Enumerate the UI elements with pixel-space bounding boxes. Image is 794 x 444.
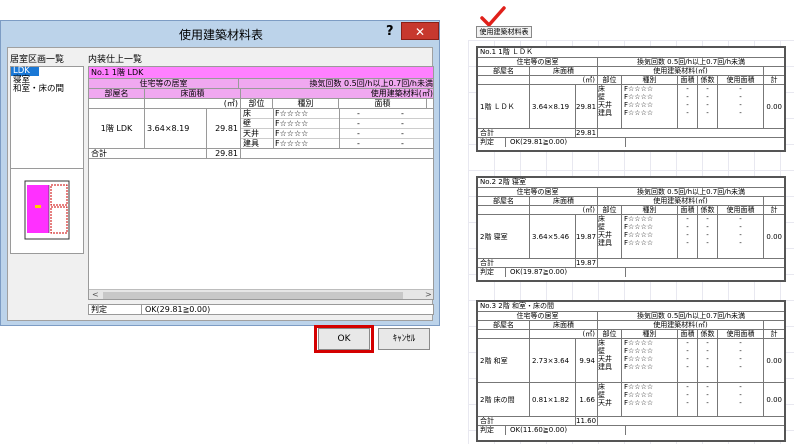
- sheet-3: No.3 2階 和室・床の間 住宅等の居室 換気回数 0.5回/h以上0.7回/…: [476, 300, 786, 442]
- grid-header-row-1: 部屋名 床面積 使用建築材料(㎡): [89, 89, 433, 99]
- table-row: 2階 和室 2.73×3.64 9.94 床壁天井 建具 F☆☆☆☆ F☆☆☆☆ F☆…: [478, 339, 784, 383]
- material-table-dialog: 使用建築材料表 ? ✕ 居室区画一覧 内装仕上一覧 LDK 寝室 和室・床の間 …: [0, 20, 440, 353]
- grid-room-dims: 3.64×8.19: [145, 109, 207, 148]
- sheet-title: No.3 2階 和室・床の間: [480, 302, 554, 310]
- help-icon[interactable]: ?: [386, 24, 394, 39]
- floor-plan-thumbnail: [10, 168, 84, 254]
- sheet-title: No.2 2階 寝室: [480, 178, 526, 186]
- dialog-title: 使用建築材料表: [178, 28, 263, 42]
- grid-header-mat-area: 面積: [339, 99, 427, 108]
- close-button[interactable]: ✕: [401, 22, 439, 40]
- grid-header-material: 使用建築材料(㎡): [370, 89, 433, 98]
- room-list-label: 居室区画一覧: [10, 55, 65, 65]
- grid-room-row[interactable]: 1階 LDK 3.64×8.19 29.81 床 F☆☆☆☆ - - 壁 F☆☆…: [89, 109, 433, 149]
- sheet-1: No.1 1階 ＬＤＫ 住宅等の居室 換気回数 0.5回/h以上0.7回/h未満…: [476, 46, 786, 152]
- judgement-value: OK(29.81≧0.00): [145, 305, 211, 314]
- ok-button[interactable]: OK: [318, 328, 370, 350]
- checkmark-icon: [480, 6, 506, 28]
- table-row: 2階 寝室 3.64×5.46 19.87 床壁天井 建具 F☆☆☆☆ F☆☆☆☆ F…: [478, 215, 784, 259]
- scroll-right-icon[interactable]: >: [425, 290, 432, 299]
- grid-title: No.1 1階 LDK: [91, 68, 144, 77]
- dialog-client: 居室区画一覧 内装仕上一覧 LDK 寝室 和室・床の間 No.1 1階 LDK …: [7, 47, 434, 353]
- material-table-button[interactable]: 使用建築材料表: [476, 26, 532, 38]
- scrollbar-thumb[interactable]: [103, 292, 403, 299]
- table-row: 1階 ＬＤＫ 3.64×8.19 29.81 床壁天井 建具 F☆☆☆☆ F☆☆☆☆…: [478, 85, 784, 129]
- finish-grid[interactable]: No.1 1階 LDK 住宅等の居室 換気回数 0.5回/h以上0.7回/h未満…: [88, 66, 434, 300]
- grid-total-value: 29.81: [207, 149, 241, 158]
- sheet-title-row: No.1 1階 ＬＤＫ: [478, 48, 784, 58]
- room-item-washitsu[interactable]: 和室・床の間: [11, 85, 83, 94]
- grid-horizontal-scrollbar[interactable]: < >: [89, 289, 433, 299]
- dialog-titlebar[interactable]: 使用建築材料表 ? ✕: [1, 21, 439, 47]
- grid-header-part: 部位: [241, 99, 273, 108]
- finish-list-label: 内装仕上一覧: [88, 55, 143, 65]
- grid-material-row[interactable]: 天井 F☆☆☆☆ - -: [241, 129, 433, 139]
- floor-plan-image: [24, 180, 70, 240]
- grid-row-ventilation: 住宅等の居室 換気回数 0.5回/h以上0.7回/h未満: [89, 79, 433, 89]
- grid-header-kind: 種別: [273, 99, 339, 108]
- grid-header-row-2: (㎡) 部位 種別 面積: [89, 99, 433, 109]
- sheet-title: No.1 1階 ＬＤＫ: [480, 48, 533, 56]
- grid-ventilation: 換気回数 0.5回/h以上0.7回/h未満: [309, 79, 433, 88]
- grid-header-area: 床面積: [145, 89, 241, 98]
- grid-material-rows: 床 F☆☆☆☆ - - 壁 F☆☆☆☆ - - 天井 F☆☆☆☆ - - 建具 …: [241, 109, 433, 149]
- grid-header-unit: (㎡): [145, 99, 241, 108]
- grid-material-row[interactable]: 床 F☆☆☆☆ - -: [241, 109, 433, 119]
- grid-title-row: No.1 1階 LDK: [89, 67, 433, 79]
- grid-room-area: 29.81: [207, 109, 241, 148]
- sheet-2: No.2 2階 寝室 住宅等の居室 換気回数 0.5回/h以上0.7回/h未満 …: [476, 176, 786, 282]
- grid-material-row[interactable]: 壁 F☆☆☆☆ - -: [241, 119, 433, 129]
- grid-category: 住宅等の居室: [89, 79, 239, 88]
- grid-material-row[interactable]: 建具 F☆☆☆☆ - -: [241, 139, 433, 149]
- scroll-left-icon[interactable]: <: [92, 290, 99, 299]
- grid-header-room: 部屋名: [89, 89, 145, 98]
- table-row: 2階 床の間 0.81×1.82 1.66 床壁天井 F☆☆☆☆ F☆☆☆☆ F☆☆…: [478, 383, 784, 417]
- cancel-button[interactable]: ｷｬﾝｾﾙ: [378, 328, 430, 350]
- grid-total-label: 合計: [89, 149, 207, 158]
- grid-total-row: 合計 29.81: [89, 149, 433, 159]
- judgement-label: 判定: [91, 305, 107, 314]
- grid-room-name: 1階 LDK: [89, 109, 145, 148]
- judgement-row: 判定 OK(29.81≧0.00): [88, 304, 434, 315]
